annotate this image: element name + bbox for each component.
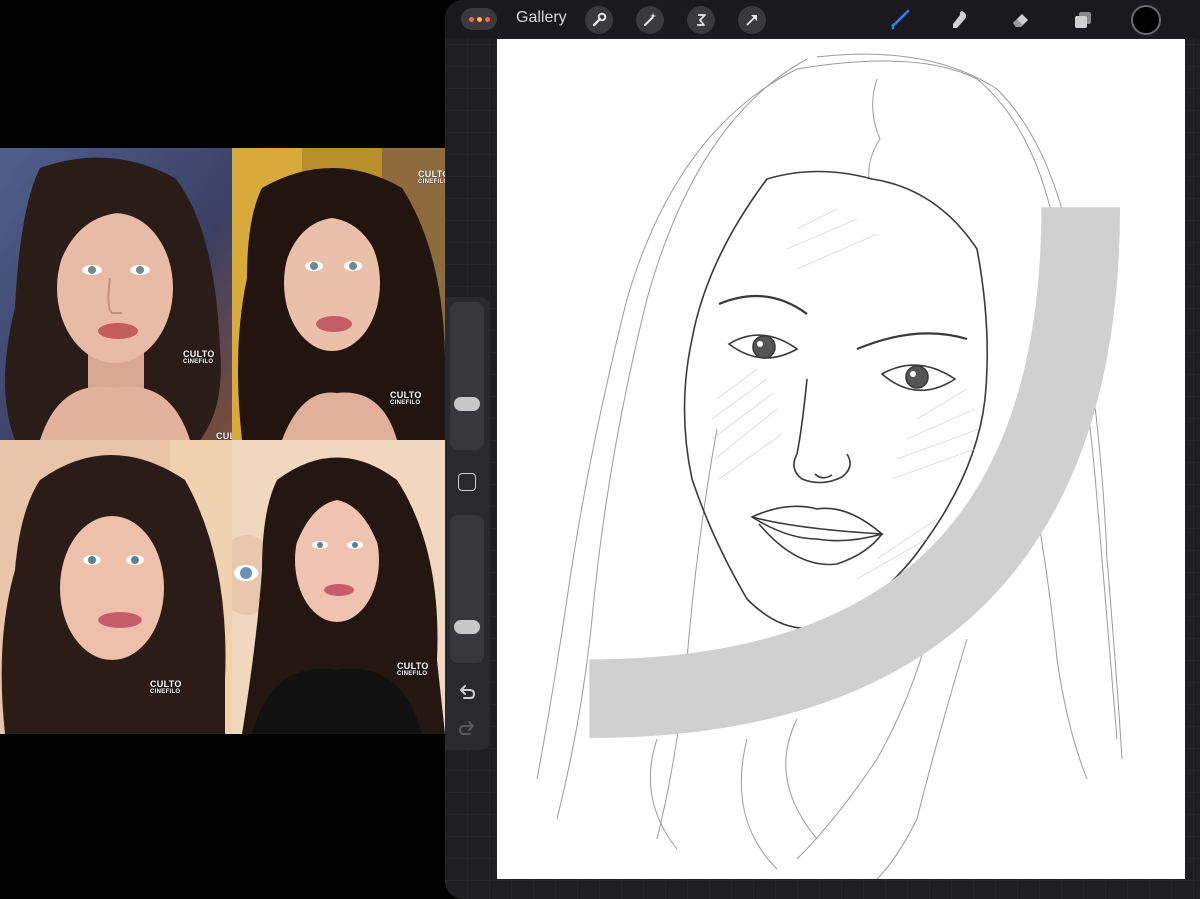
window-menu-button[interactable] [461, 8, 497, 30]
brush-button[interactable] [885, 5, 915, 35]
opacity-slider[interactable] [450, 515, 484, 663]
dot-icon [484, 16, 490, 22]
eraser-button[interactable] [1006, 5, 1036, 35]
transform-button[interactable] [738, 6, 766, 34]
reference-collage: CULTO CINEFILO CULTO CULTO CINEFILO CULT… [0, 148, 445, 734]
reference-photo-2: CULTO CINEFILO CULTO CINEFILO [232, 148, 445, 440]
wrench-icon [592, 12, 607, 27]
left-sidebar [445, 297, 490, 750]
resize-corner-icon [589, 207, 1121, 739]
watermark-main: CULTO [183, 349, 215, 359]
watermark-main: CULTO [390, 390, 422, 400]
dot-icon [476, 16, 482, 22]
layers-button[interactable] [1068, 5, 1098, 35]
brush-size-slider[interactable] [450, 302, 484, 450]
smudge-icon [953, 11, 966, 28]
watermark: CULTO CINEFILO [150, 680, 182, 696]
watermark-sub: CINEFILO [390, 400, 421, 406]
actions-button[interactable] [585, 6, 613, 34]
watermark: CULTO [216, 431, 232, 441]
dot-icon [468, 16, 474, 22]
redo-icon[interactable] [456, 717, 478, 739]
watermark: CULTO CINEFILO [390, 391, 422, 407]
watermark-sub: CINEFILO [397, 671, 428, 677]
watermark-main: CULTO [150, 679, 182, 689]
watermark-main: CULTO [418, 169, 445, 179]
brush-size-thumb[interactable] [454, 396, 480, 411]
transform-icon [746, 15, 757, 26]
watermark-main: CULTO [216, 431, 232, 441]
reference-photo-1: CULTO CINEFILO CULTO [0, 148, 232, 440]
watermark-sub: CINEFILO [183, 359, 214, 365]
eraser-icon [1013, 14, 1028, 27]
smudge-button[interactable] [945, 5, 975, 35]
watermark: CULTO CINEFILO [183, 350, 215, 366]
watermark-sub: CINEFILO [418, 179, 445, 185]
color-picker-button[interactable] [1131, 5, 1161, 35]
modify-button[interactable] [458, 473, 476, 491]
reference-photo-4: CULTO CINEFILO [232, 440, 445, 734]
layers-icon [1075, 12, 1091, 28]
gallery-button[interactable]: Gallery [516, 9, 567, 27]
procreate-app: Gallery [445, 0, 1200, 899]
drawing-canvas[interactable] [497, 39, 1185, 879]
selection-button[interactable] [687, 6, 715, 34]
selection-icon [697, 14, 706, 26]
watermark: CULTO CINEFILO [397, 662, 429, 678]
reference-photo-3: CULTO CINEFILO [0, 440, 232, 734]
brush-icon [891, 9, 910, 30]
watermark-main: CULTO [397, 661, 429, 671]
adjustments-button[interactable] [636, 6, 664, 34]
opacity-thumb[interactable] [454, 619, 480, 634]
watermark-sub: CINEFILO [150, 689, 181, 695]
magic-wand-icon [644, 13, 656, 26]
watermark: CULTO CINEFILO [418, 170, 445, 186]
undo-icon[interactable] [456, 681, 478, 703]
